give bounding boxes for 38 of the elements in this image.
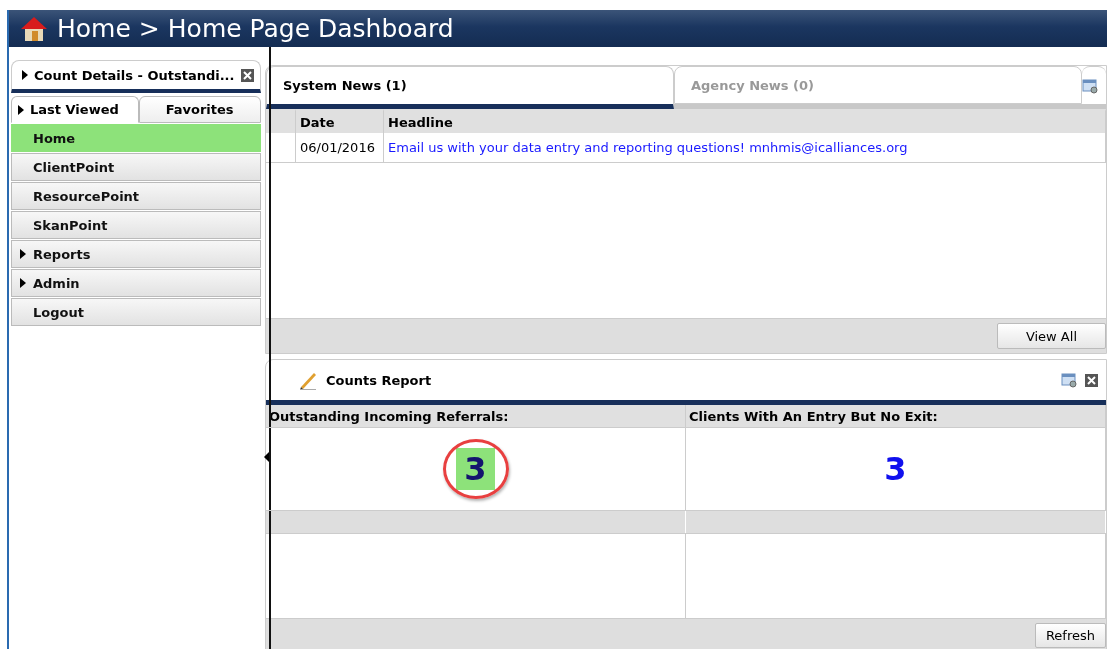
window-settings-icon[interactable] <box>1061 372 1077 388</box>
sidebar-tab[interactable]: Last Viewed <box>11 96 139 123</box>
view-all-button[interactable]: View All <box>996 323 1106 349</box>
recent-item-link[interactable]: Count Details - Outstandi... <box>34 67 235 83</box>
count-value[interactable]: 3 <box>876 448 915 490</box>
panel-title: Counts Report <box>326 372 433 388</box>
nav-item[interactable]: Logout <box>11 298 261 326</box>
count-label: Clients With An Entry But No Exit: <box>686 405 1106 427</box>
nav-item[interactable]: ClientPoint <box>11 153 261 181</box>
expand-arrow-icon <box>22 70 28 80</box>
nav-item[interactable]: Reports <box>11 240 261 268</box>
collapse-arrow-icon[interactable] <box>263 452 269 462</box>
news-tab[interactable]: System News (1) <box>266 66 674 109</box>
headline-link[interactable]: Email us with your data entry and reporting questions! mnhmis@icalliances.org <box>388 140 908 155</box>
refresh-button[interactable]: Refresh <box>1034 623 1106 648</box>
column-header <box>266 109 296 133</box>
sidebar-tab[interactable]: Favorites <box>138 96 261 123</box>
house-icon <box>19 14 49 43</box>
window-settings-icon[interactable] <box>1082 77 1098 94</box>
nav-item[interactable]: Home <box>11 124 261 152</box>
breadcrumb-link[interactable]: Home <box>57 14 131 43</box>
column-header: Headline <box>384 109 1106 133</box>
count-value[interactable]: 3 <box>456 448 495 490</box>
page-title: Home Page Dashboard <box>167 14 454 43</box>
highlight-circle <box>442 439 509 499</box>
table-cell: 06/01/2016 <box>296 133 384 163</box>
nav-item[interactable]: SkanPoint <box>11 211 261 239</box>
count-label: Outstanding Incoming Referrals: <box>266 405 686 427</box>
close-icon[interactable] <box>1085 373 1098 387</box>
expand-arrow-icon <box>20 278 26 288</box>
breadcrumb-separator: > <box>138 14 160 43</box>
nav-item[interactable]: Admin <box>11 269 261 297</box>
expand-arrow-icon <box>20 249 26 259</box>
close-icon[interactable] <box>240 68 254 82</box>
expand-arrow-icon <box>18 104 24 115</box>
nav-item[interactable]: ResourcePoint <box>11 182 261 210</box>
pencil-icon <box>298 370 318 390</box>
column-header: Date <box>296 109 384 133</box>
